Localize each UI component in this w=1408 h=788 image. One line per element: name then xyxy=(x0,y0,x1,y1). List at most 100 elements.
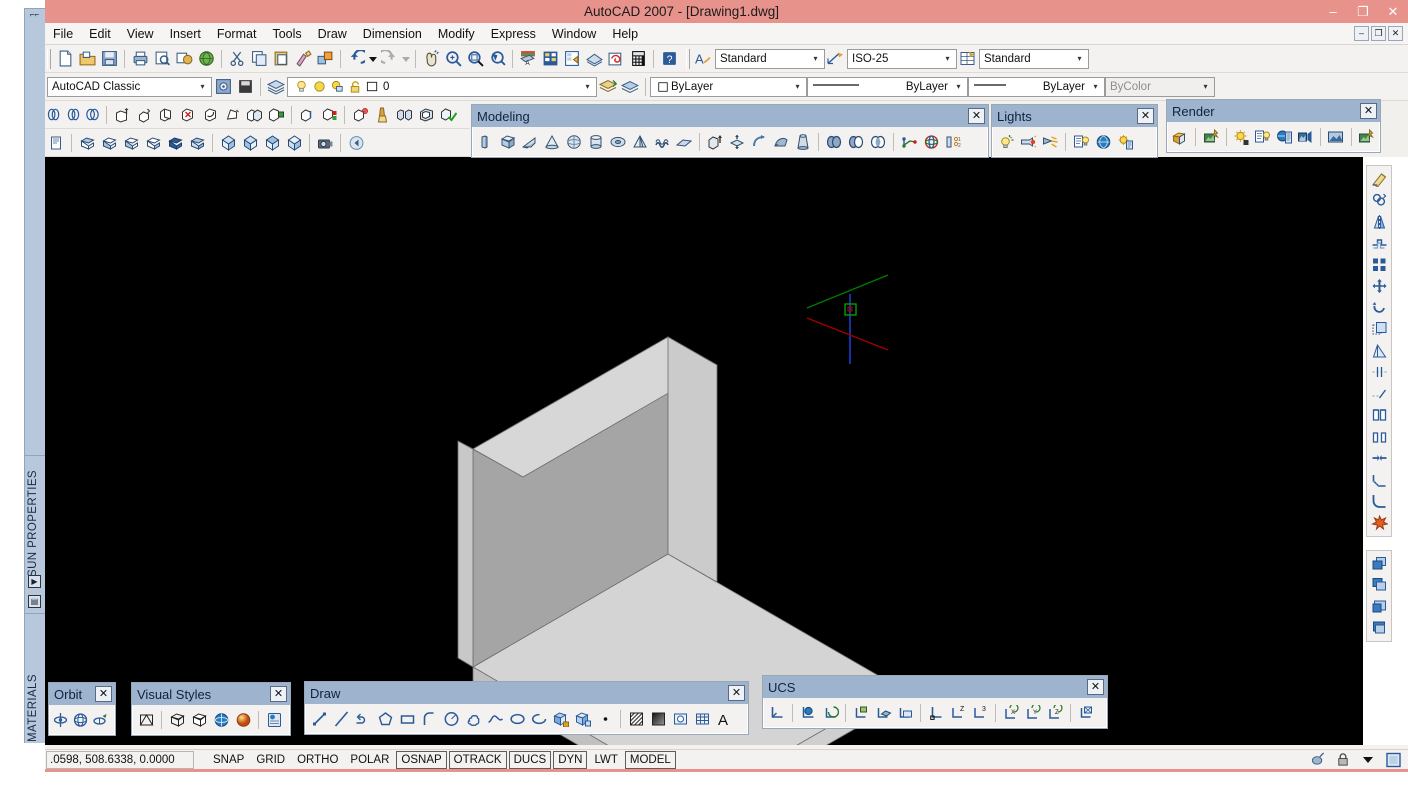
calculator-icon[interactable] xyxy=(627,47,649,71)
face-ucs-icon[interactable] xyxy=(850,701,872,725)
clean-screen-icon[interactable] xyxy=(1382,751,1404,769)
wedge-icon[interactable] xyxy=(519,130,541,154)
zoom-window-icon[interactable] xyxy=(464,47,486,71)
bring-above-object-icon[interactable] xyxy=(1367,596,1391,618)
mdi-restore-button[interactable]: ❐ xyxy=(1371,26,1386,41)
status-toggle-ortho[interactable]: ORTHO xyxy=(292,751,343,769)
menu-tools[interactable]: Tools xyxy=(264,25,309,43)
menu-format[interactable]: Format xyxy=(209,25,265,43)
chevron-down-icon[interactable]: ▾ xyxy=(952,82,965,91)
styles-toolbar-grip[interactable] xyxy=(686,48,690,69)
ellipse-icon[interactable] xyxy=(506,707,528,731)
ucs-toolbar[interactable]: UCS ✕ Z 3 X Y Z xyxy=(762,675,1108,729)
cylinder-icon[interactable] xyxy=(585,130,607,154)
color-face-icon[interactable] xyxy=(265,103,287,127)
imprint-icon[interactable] xyxy=(349,103,371,127)
menu-draw[interactable]: Draw xyxy=(310,25,355,43)
back-view-icon[interactable] xyxy=(186,131,208,155)
bring-to-front-icon[interactable] xyxy=(1367,553,1391,575)
coordinates-display[interactable]: .0598, 508.6338, 0.0000 xyxy=(46,750,194,769)
visual-styles-manager-icon[interactable] xyxy=(263,708,285,732)
send-to-back-icon[interactable] xyxy=(1367,575,1391,597)
status-toggle-osnap[interactable]: OSNAP xyxy=(396,750,447,769)
workspace-combo[interactable]: AutoCAD Classic ▾ xyxy=(47,76,212,97)
sweep-icon[interactable] xyxy=(770,130,792,154)
revision-cloud-icon[interactable] xyxy=(462,707,484,731)
paste-icon[interactable] xyxy=(270,47,292,71)
chamfer-icon[interactable] xyxy=(1367,469,1391,491)
multiline-text-icon[interactable]: A xyxy=(713,707,735,731)
world-ucs-icon[interactable] xyxy=(797,701,819,725)
visual-styles-toolbar[interactable]: Visual Styles ✕ xyxy=(131,682,291,736)
top-view-icon[interactable] xyxy=(76,131,98,155)
spot-light-icon[interactable] xyxy=(1017,130,1039,154)
copy-icon[interactable] xyxy=(248,47,270,71)
render-window-icon[interactable] xyxy=(1325,125,1346,149)
layer-combo[interactable]: 0 ▾ xyxy=(287,76,597,97)
properties-icon[interactable]: A xyxy=(517,47,539,71)
distant-light-icon[interactable] xyxy=(1039,130,1061,154)
ucs-icon[interactable] xyxy=(766,701,788,725)
offset-face-icon[interactable] xyxy=(155,103,177,127)
sun-status-icon[interactable] xyxy=(1231,125,1252,149)
camera-icon[interactable] xyxy=(314,131,336,155)
advanced-render-settings-icon[interactable] xyxy=(1356,125,1377,149)
cone-icon[interactable] xyxy=(541,130,563,154)
lights-toolbar[interactable]: Lights ✕ xyxy=(991,104,1158,158)
join-icon[interactable] xyxy=(1367,448,1391,470)
undo-icon[interactable] xyxy=(345,47,367,71)
separate-icon[interactable] xyxy=(393,103,415,127)
construction-line-icon[interactable] xyxy=(330,707,352,731)
workspace-save-icon[interactable] xyxy=(234,75,256,99)
point-light-icon[interactable] xyxy=(995,130,1017,154)
left-view-icon[interactable] xyxy=(120,131,142,155)
polysolid-icon[interactable] xyxy=(475,130,497,154)
color-combo[interactable]: ByLayer ▾ xyxy=(650,76,807,97)
grip-icon[interactable]: ⌐⌐ xyxy=(26,9,43,19)
spline-icon[interactable] xyxy=(484,707,506,731)
orbit-toolbar[interactable]: Orbit ✕ xyxy=(48,682,116,736)
check-icon[interactable] xyxy=(437,103,459,127)
left-dock-panel[interactable] xyxy=(24,8,45,743)
pan-icon[interactable] xyxy=(420,47,442,71)
bottom-view-icon[interactable] xyxy=(98,131,120,155)
undo-dropdown-icon[interactable] xyxy=(367,47,378,71)
modeling-toolbar-titlebar[interactable]: Modeling ✕ xyxy=(472,105,988,127)
taper-face-icon[interactable] xyxy=(221,103,243,127)
menu-edit[interactable]: Edit xyxy=(81,25,119,43)
chevron-down-icon[interactable]: ▾ xyxy=(791,82,804,91)
offset-icon[interactable] xyxy=(1367,233,1391,255)
close-icon[interactable]: ✕ xyxy=(728,685,745,701)
mirror-icon[interactable] xyxy=(1367,211,1391,233)
gradient-icon[interactable] xyxy=(647,707,669,731)
menu-view[interactable]: View xyxy=(119,25,162,43)
move-face-icon[interactable] xyxy=(133,103,155,127)
right-view-icon[interactable] xyxy=(142,131,164,155)
previous-ucs-icon[interactable] xyxy=(819,701,841,725)
union-icon[interactable] xyxy=(823,130,845,154)
render-toolbar-titlebar[interactable]: Render ✕ xyxy=(1167,100,1380,122)
scale-icon[interactable] xyxy=(1367,319,1391,341)
menu-help[interactable]: Help xyxy=(604,25,646,43)
origin-ucs-icon[interactable] xyxy=(925,701,947,725)
render-icon[interactable] xyxy=(1200,125,1221,149)
menu-express[interactable]: Express xyxy=(483,25,544,43)
conceptual-icon[interactable] xyxy=(232,708,254,732)
interfere-icon[interactable] xyxy=(83,103,102,127)
extend-icon[interactable] xyxy=(1367,383,1391,405)
palette-properties-icon[interactable]: ▤ xyxy=(28,595,41,608)
status-toggle-dyn[interactable]: DYN xyxy=(553,750,588,769)
redo-icon[interactable] xyxy=(378,47,400,71)
chevron-down-icon[interactable]: ▾ xyxy=(809,54,822,63)
plotstyle-combo[interactable]: ByColor ▾ xyxy=(1105,76,1215,97)
match-properties-icon[interactable] xyxy=(292,47,314,71)
z-axis-vector-ucs-icon[interactable]: Z xyxy=(947,701,969,725)
view-ucs-icon[interactable] xyxy=(894,701,916,725)
light-list-icon[interactable] xyxy=(1070,130,1092,154)
geographic-location-icon[interactable] xyxy=(1092,130,1114,154)
close-icon[interactable]: ✕ xyxy=(1087,679,1104,695)
menu-window[interactable]: Window xyxy=(544,25,604,43)
close-icon[interactable]: ✕ xyxy=(968,108,985,124)
linetype-combo[interactable]: ByLayer ▾ xyxy=(807,76,968,97)
menu-file[interactable]: File xyxy=(45,25,81,43)
